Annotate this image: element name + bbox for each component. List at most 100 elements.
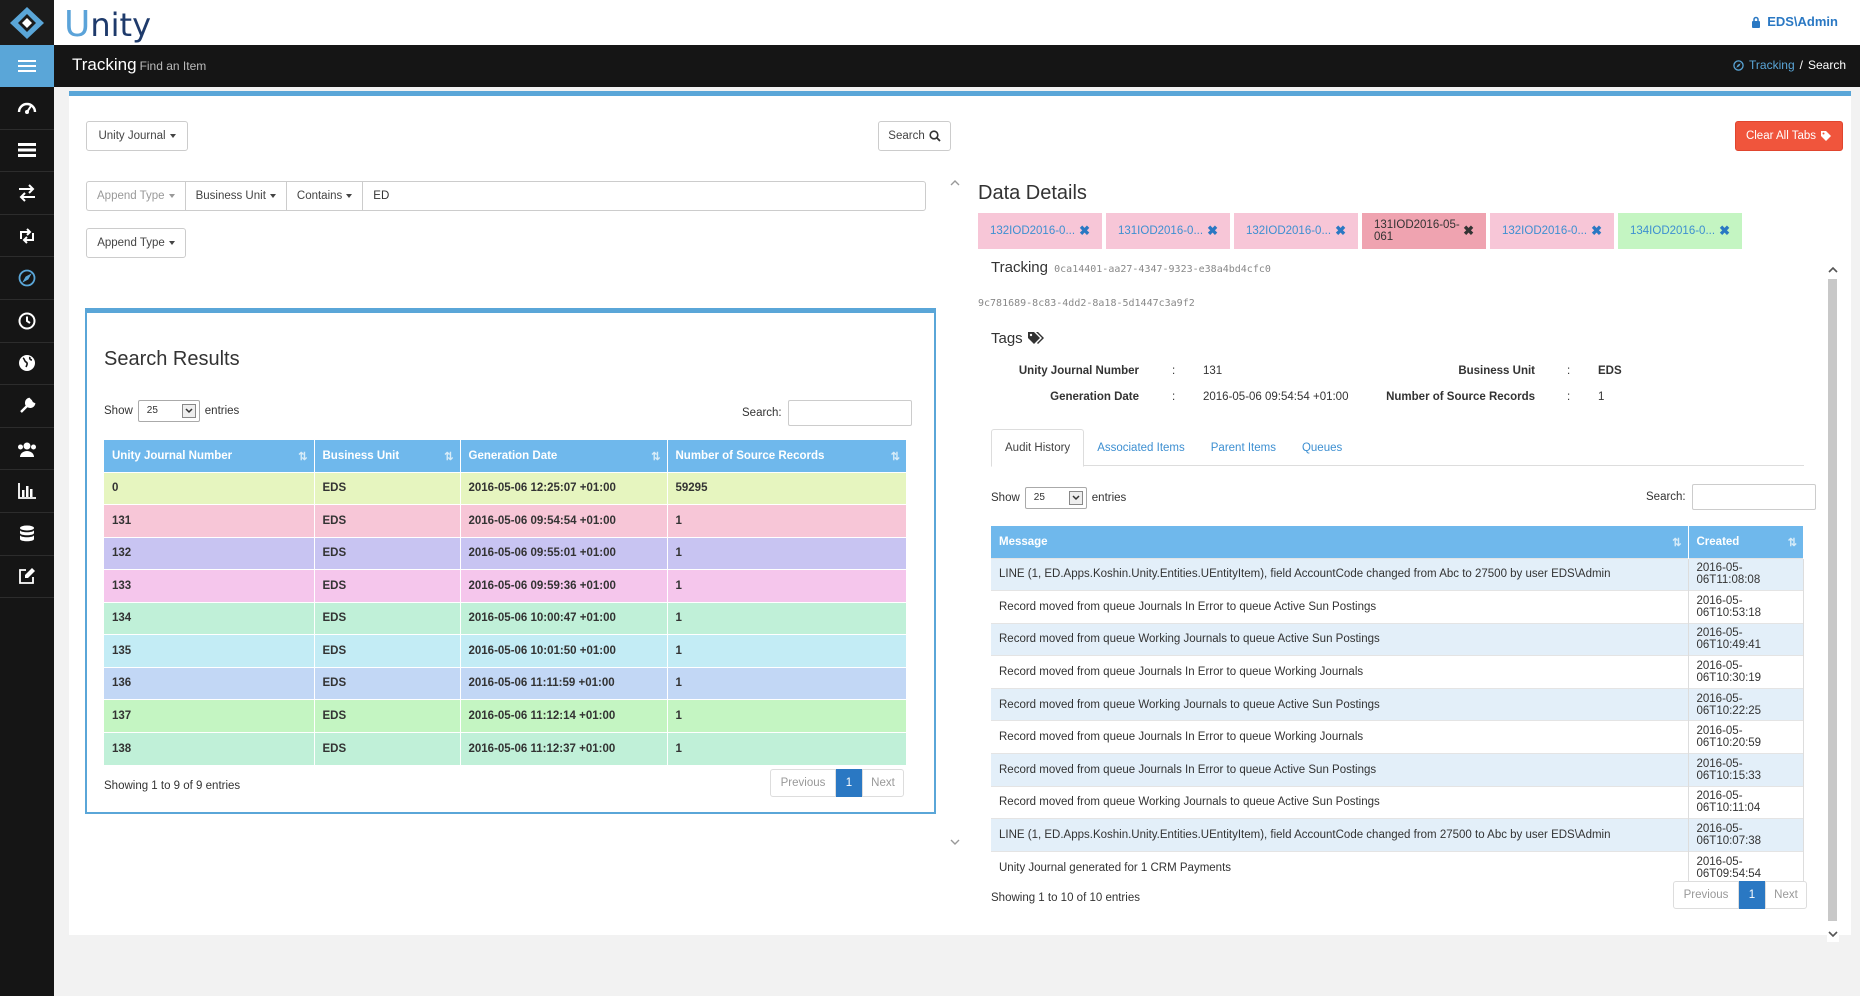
- append-type-dropdown[interactable]: Append Type: [86, 181, 185, 211]
- table-cell-records: 1: [667, 731, 907, 765]
- tab-associated-items[interactable]: Associated Items: [1084, 429, 1198, 466]
- table-cell-date: 2016-05-06 10:01:50 +01:00: [460, 634, 668, 667]
- table-row[interactable]: 132 EDS 2016-05-06 09:55:01 +01:00 1: [104, 536, 907, 570]
- detail-tab[interactable]: 132IOD2016-0... ✖: [978, 213, 1102, 249]
- table-header-row: Unity Journal Number ⇅ Business Unit ⇅ Gen…: [104, 440, 907, 472]
- breadcrumb-tracking-link[interactable]: Tracking: [1749, 58, 1795, 72]
- table-cell-journal: 132: [104, 536, 315, 570]
- sidebar-item-database[interactable]: [0, 513, 54, 556]
- table-search-input[interactable]: [787, 400, 912, 426]
- current-page-button[interactable]: 1: [836, 769, 862, 797]
- table-row[interactable]: Record moved from queue Journals In Erro…: [991, 590, 1804, 624]
- tab-audit-history[interactable]: Audit History: [991, 429, 1085, 467]
- table-cell-created: 2016-05-06T10:49:41: [1688, 622, 1804, 656]
- table-row[interactable]: 136 EDS 2016-05-06 11:11:59 +01:00 1: [104, 666, 907, 700]
- top-header: Unity EDS\Admin: [0, 0, 1860, 45]
- column-header-message[interactable]: Message ⇅: [991, 526, 1689, 558]
- close-icon[interactable]: ✖: [1591, 223, 1602, 239]
- table-cell-date: 2016-05-06 09:54:54 +01:00: [460, 504, 668, 537]
- table-cell-unit: EDS: [314, 666, 461, 700]
- detail-tab[interactable]: 131IOD2016-0... ✖: [1106, 213, 1230, 249]
- sidebar-item-list[interactable]: [0, 130, 54, 173]
- detail-tab[interactable]: 132IOD2016-0... ✖: [1490, 213, 1614, 249]
- sidebar-item-tools[interactable]: [0, 385, 54, 428]
- detail-tab[interactable]: 132IOD2016-0... ✖: [1234, 213, 1358, 249]
- close-icon[interactable]: ✖: [1079, 223, 1090, 239]
- scrollbar-thumb[interactable]: [1828, 279, 1837, 921]
- menu-toggle-button[interactable]: [0, 45, 54, 87]
- sidebar-item-tracking[interactable]: [0, 257, 54, 300]
- close-icon[interactable]: ✖: [1335, 223, 1346, 239]
- table-row[interactable]: 138 EDS 2016-05-06 11:12:37 +01:00 1: [104, 731, 907, 765]
- sidebar-item-reports[interactable]: [0, 470, 54, 513]
- data-details-title: Data Details: [978, 182, 1087, 204]
- table-cell-message: Record moved from queue Journals In Erro…: [991, 655, 1689, 689]
- scroll-up-icon[interactable]: [1828, 266, 1838, 274]
- journal-type-dropdown[interactable]: Unity Journal: [86, 121, 188, 151]
- column-header-created[interactable]: Created ⇅: [1688, 526, 1804, 558]
- append-type-2-dropdown[interactable]: Append Type: [86, 228, 186, 258]
- table-cell-unit: EDS: [314, 536, 461, 570]
- sidebar-item-history[interactable]: [0, 300, 54, 343]
- table-row[interactable]: Record moved from queue Journals In Erro…: [991, 753, 1804, 787]
- detail-tab[interactable]: 134IOD2016-0... ✖: [1618, 213, 1742, 249]
- contains-dropdown[interactable]: Contains: [285, 181, 363, 211]
- tab-queues[interactable]: Queues: [1289, 429, 1355, 466]
- table-cell-unit: EDS: [314, 699, 461, 732]
- close-icon[interactable]: ✖: [1463, 223, 1474, 239]
- filter-value-input[interactable]: ED: [362, 181, 927, 211]
- current-page-button[interactable]: 1: [1739, 881, 1765, 909]
- table-row[interactable]: Record moved from queue Journals In Erro…: [991, 720, 1804, 754]
- table-row[interactable]: 137 EDS 2016-05-06 11:12:14 +01:00 1: [104, 699, 907, 732]
- table-row[interactable]: 134 EDS 2016-05-06 10:00:47 +01:00 1: [104, 601, 907, 635]
- table-row[interactable]: Record moved from queue Working Journals…: [991, 622, 1804, 656]
- logo[interactable]: [0, 0, 54, 45]
- table-cell-message: LINE (1, ED.Apps.Koshin.Unity.Entities.U…: [991, 818, 1689, 852]
- close-icon[interactable]: ✖: [1207, 223, 1218, 239]
- scroll-down-icon[interactable]: [1828, 930, 1838, 938]
- page-size-select[interactable]: 25: [137, 400, 200, 422]
- search-results-title: Search Results: [104, 348, 240, 370]
- table-row[interactable]: Record moved from queue Journals In Erro…: [991, 655, 1804, 689]
- search-button[interactable]: Search: [878, 121, 951, 151]
- tab-parent-items[interactable]: Parent Items: [1198, 429, 1289, 466]
- sidebar-item-users[interactable]: [0, 428, 54, 471]
- close-icon[interactable]: ✖: [1719, 223, 1730, 239]
- sidebar-item-transfer[interactable]: [0, 172, 54, 215]
- previous-page-button[interactable]: Previous: [770, 769, 836, 797]
- audit-page-size-select[interactable]: 25: [1024, 487, 1087, 509]
- sidebar-item-globe[interactable]: [0, 343, 54, 386]
- table-row[interactable]: Unity Journal generated for 1 CRM Paymen…: [991, 850, 1804, 884]
- list-icon: [18, 143, 36, 158]
- detail-tab[interactable]: 131IOD2016-05-061 ✖: [1362, 213, 1486, 249]
- scroll-up-icon[interactable]: [950, 179, 960, 187]
- table-row[interactable]: 133 EDS 2016-05-06 09:59:36 +01:00 1: [104, 569, 907, 602]
- table-row[interactable]: Record moved from queue Working Journals…: [991, 785, 1804, 819]
- table-cell-records: 1: [667, 634, 907, 667]
- clear-all-tabs-button[interactable]: Clear All Tabs: [1735, 121, 1843, 151]
- business-unit-dropdown[interactable]: Business Unit: [184, 181, 286, 211]
- column-header-source-records[interactable]: Number of Source Records ⇅: [667, 440, 907, 472]
- previous-page-button[interactable]: Previous: [1673, 881, 1739, 909]
- transfer-icon: [19, 184, 35, 202]
- audit-search-input[interactable]: [1691, 484, 1816, 510]
- next-page-button[interactable]: Next: [1765, 881, 1807, 909]
- table-row[interactable]: 131 EDS 2016-05-06 09:54:54 +01:00 1: [104, 504, 907, 537]
- table-row[interactable]: 0 EDS 2016-05-06 12:25:07 +01:00 59295: [104, 471, 907, 505]
- sidebar-item-edit[interactable]: [0, 556, 54, 599]
- table-row[interactable]: LINE (1, ED.Apps.Koshin.Unity.Entities.U…: [991, 818, 1804, 852]
- scroll-down-icon[interactable]: [950, 838, 960, 846]
- sidebar-item-retweet[interactable]: [0, 215, 54, 258]
- column-header-journal[interactable]: Unity Journal Number ⇅: [104, 440, 315, 472]
- user-menu[interactable]: EDS\Admin: [1751, 14, 1838, 29]
- next-page-button[interactable]: Next: [862, 769, 904, 797]
- sidebar-item-dashboard[interactable]: [0, 87, 54, 130]
- table-cell-created: 2016-05-06T10:53:18: [1688, 590, 1804, 624]
- table-row[interactable]: 135 EDS 2016-05-06 10:01:50 +01:00 1: [104, 634, 907, 667]
- table-row[interactable]: LINE (1, ED.Apps.Koshin.Unity.Entities.U…: [991, 557, 1804, 591]
- column-header-generation-date[interactable]: Generation Date ⇅: [460, 440, 668, 472]
- details-scrollbar[interactable]: [1827, 266, 1839, 942]
- column-header-business-unit[interactable]: Business Unit ⇅: [314, 440, 461, 472]
- table-cell-unit: EDS: [314, 504, 461, 537]
- table-row[interactable]: Record moved from queue Working Journals…: [991, 687, 1804, 721]
